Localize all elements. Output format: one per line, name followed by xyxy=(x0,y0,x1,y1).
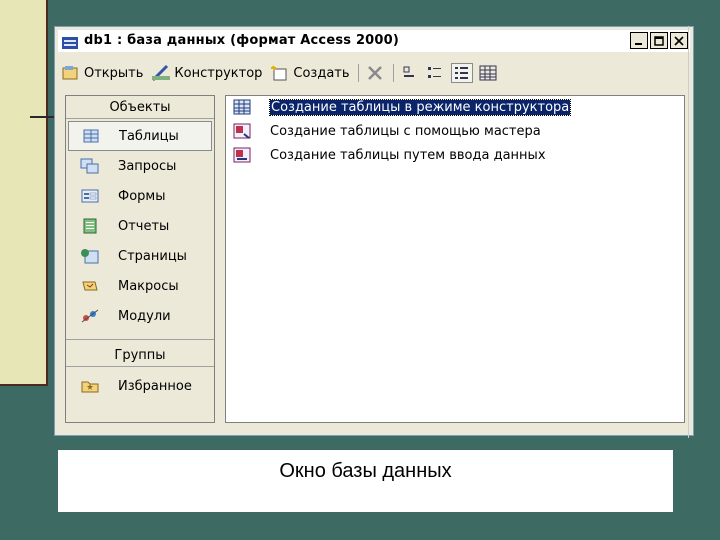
nav-item-modules[interactable]: Модули xyxy=(66,301,214,331)
list-item[interactable]: Создание таблицы с помощью мастера xyxy=(232,122,541,140)
minimize-icon xyxy=(635,42,642,45)
open-button[interactable]: Открыть xyxy=(61,64,143,82)
nav-item-label: Макросы xyxy=(118,278,179,294)
nav-item-label: Запросы xyxy=(118,158,177,174)
design-icon xyxy=(151,64,171,82)
delete-icon[interactable] xyxy=(365,64,385,82)
nav-item-pages[interactable]: Страницы xyxy=(66,241,214,271)
objects-panel: Объекты Таблицы Запросы Формы Отчеты Стр… xyxy=(65,95,215,423)
design-table-icon xyxy=(233,99,251,115)
toolbar-separator xyxy=(357,64,359,82)
list-item-label: Создание таблицы в режиме конструктора xyxy=(268,98,572,116)
macro-icon xyxy=(82,281,98,291)
caption-text: Окно базы данных xyxy=(279,460,452,482)
objects-list: Создание таблицы в режиме конструктора С… xyxy=(225,95,685,423)
nav-item-macros[interactable]: Макросы xyxy=(66,271,214,301)
create-label: Создать xyxy=(293,65,350,81)
report-icon xyxy=(83,218,97,234)
module-icon xyxy=(81,309,99,323)
design-label: Конструктор xyxy=(174,65,263,81)
caption-box: Окно базы данных xyxy=(58,450,673,512)
nav-item-label: Страницы xyxy=(118,248,187,264)
groups-header[interactable]: Группы xyxy=(66,344,214,367)
enter-data-table-icon xyxy=(233,147,251,163)
nav-item-favorites[interactable]: Избранное xyxy=(66,371,214,401)
page-icon xyxy=(81,249,99,264)
open-label: Открыть xyxy=(84,65,144,81)
nav-item-reports[interactable]: Отчеты xyxy=(66,211,214,241)
database-icon xyxy=(62,34,78,49)
minimize-button[interactable] xyxy=(630,32,648,49)
nav-item-label: Модули xyxy=(118,308,171,324)
list-item-label: Создание таблицы с помощью мастера xyxy=(270,123,541,139)
small-icons-icon[interactable] xyxy=(426,64,446,82)
nav-item-label: Таблицы xyxy=(119,128,179,144)
nav-item-label: Избранное xyxy=(118,378,192,394)
create-button[interactable]: Создать xyxy=(270,64,350,82)
favorites-folder-icon xyxy=(81,381,99,393)
database-window: db1 : база данных (формат Access 2000) О… xyxy=(54,26,694,436)
nav-item-label: Формы xyxy=(118,188,166,204)
nav-item-queries[interactable]: Запросы xyxy=(66,151,214,181)
table-icon xyxy=(83,129,99,143)
window-shadow-line xyxy=(688,26,689,438)
toolbar-separator xyxy=(392,64,394,82)
list-item[interactable]: Создание таблицы в режиме конструктора xyxy=(232,98,572,116)
close-icon xyxy=(674,35,684,46)
window-title: db1 : база данных (формат Access 2000) xyxy=(84,33,400,48)
nav-item-forms[interactable]: Формы xyxy=(66,181,214,211)
create-icon xyxy=(270,64,290,82)
close-button[interactable] xyxy=(670,32,688,49)
list-view-icon[interactable] xyxy=(450,63,473,83)
query-icon xyxy=(80,158,99,174)
window-titlebar: db1 : база данных (формат Access 2000) xyxy=(58,30,690,52)
open-icon xyxy=(61,64,81,82)
maximize-button[interactable] xyxy=(650,32,668,49)
nav-item-tables[interactable]: Таблицы xyxy=(68,121,212,151)
list-item-label: Создание таблицы путем ввода данных xyxy=(270,147,546,163)
wizard-table-icon xyxy=(233,123,251,139)
details-view-icon[interactable] xyxy=(478,64,498,82)
slide-decoration-panel xyxy=(0,0,48,386)
design-button[interactable]: Конструктор xyxy=(151,64,262,82)
list-item[interactable]: Создание таблицы путем ввода данных xyxy=(232,146,546,164)
nav-item-label: Отчеты xyxy=(118,218,170,234)
toolbar: Открыть Конструктор Создать xyxy=(61,60,687,86)
maximize-icon xyxy=(654,35,664,46)
large-icons-icon[interactable] xyxy=(400,64,420,82)
form-icon xyxy=(81,189,99,203)
objects-header[interactable]: Объекты xyxy=(66,96,214,119)
